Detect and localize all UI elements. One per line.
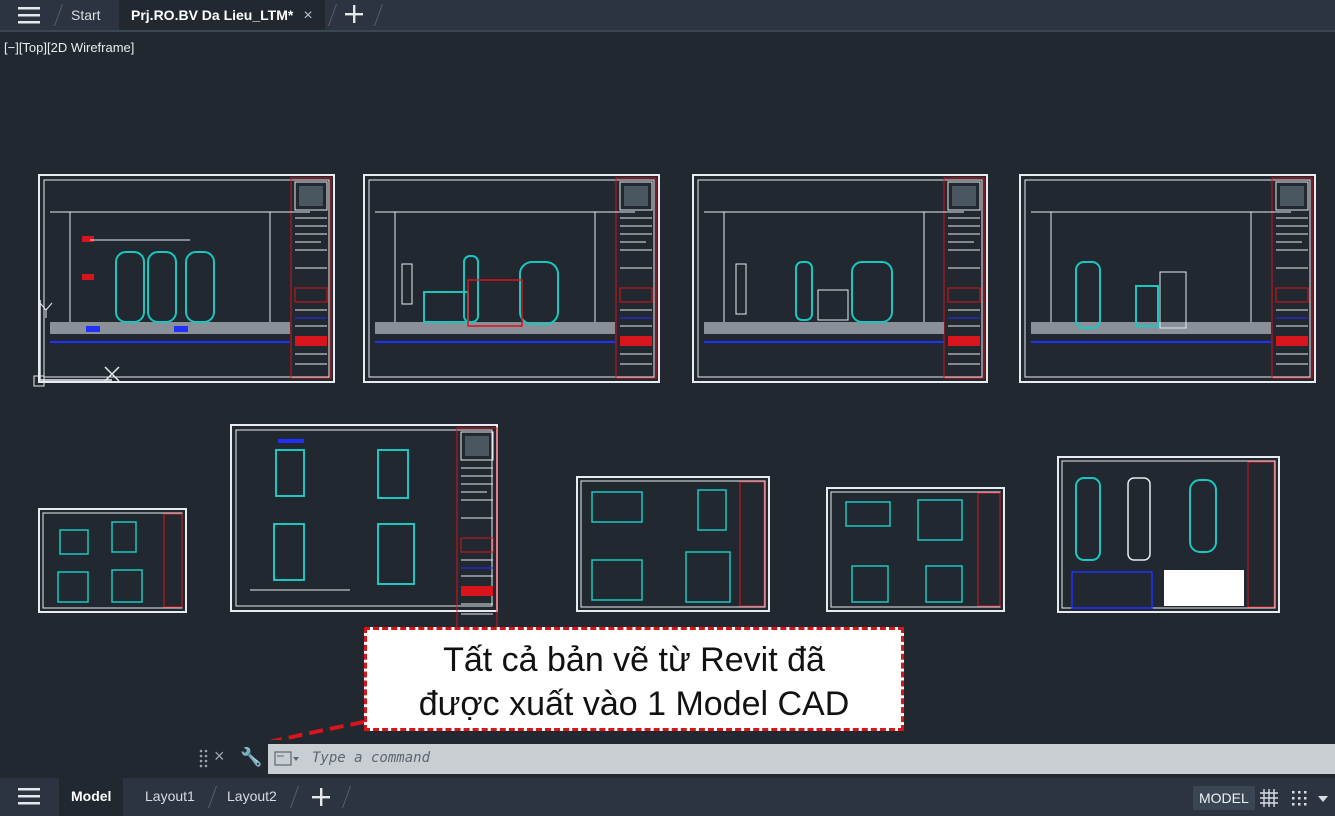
grid-icon[interactable] (1259, 788, 1279, 808)
close-icon[interactable]: × (303, 7, 312, 24)
tab-start-label: Start (71, 7, 101, 23)
wrench-icon[interactable]: 🔧 (240, 747, 262, 768)
sheet-plan-1[interactable] (38, 508, 187, 613)
tab-separator (53, 4, 64, 26)
grip-icon[interactable] (198, 748, 210, 770)
plus-icon[interactable] (311, 787, 331, 807)
tab-layout2[interactable]: Layout2 (227, 778, 277, 816)
command-prompt-icon[interactable] (274, 751, 300, 767)
layout-tab-bar: Model Layout1 Layout2 MODEL (0, 778, 1335, 816)
tab-separator (289, 786, 300, 808)
command-line: × 🔧 Type a command (198, 744, 1335, 774)
sheet-elevation-4[interactable] (1019, 174, 1316, 383)
tab-active-drawing-label: Prj.RO.BV Da Lieu_LTM* (131, 7, 294, 23)
plus-icon[interactable] (344, 4, 364, 24)
sheet-elevation-2[interactable] (363, 174, 660, 383)
menu-icon[interactable] (18, 6, 40, 24)
callout-leader-arrow (269, 720, 365, 740)
sheet-plan-2[interactable] (230, 424, 498, 629)
chevron-down-icon[interactable] (1316, 788, 1330, 808)
command-placeholder: Type a command (312, 750, 431, 766)
tab-model[interactable]: Model (59, 778, 124, 816)
file-tab-bar: Start Prj.RO.BV Da Lieu_LTM* × (0, 0, 1335, 32)
sheet-plan-3[interactable] (576, 476, 770, 612)
tab-start[interactable]: Start (71, 0, 101, 30)
sheet-detail-5[interactable] (1057, 456, 1280, 613)
menu-icon[interactable] (18, 787, 40, 805)
annotation-callout: Tất cả bản vẽ từ Revit đã được xuất vào … (364, 627, 904, 731)
snap-icon[interactable] (1289, 788, 1309, 808)
tab-separator (327, 4, 338, 26)
tab-separator (373, 4, 384, 26)
close-icon[interactable]: × (214, 746, 225, 767)
callout-line-1: Tất cả bản vẽ từ Revit đã (443, 641, 825, 679)
command-input[interactable]: Type a command (268, 744, 1335, 774)
sheet-plan-4[interactable] (826, 487, 1005, 612)
tab-separator (207, 786, 218, 808)
model-space-toggle[interactable]: MODEL (1193, 786, 1255, 810)
callout-line-2: được xuất vào 1 Model CAD (418, 685, 850, 723)
sheet-elevation-1[interactable] (38, 174, 335, 383)
tab-layout1[interactable]: Layout1 (145, 778, 195, 816)
tab-active-drawing[interactable]: Prj.RO.BV Da Lieu_LTM* × (119, 0, 325, 30)
tab-separator (341, 786, 352, 808)
sheet-elevation-3[interactable] (692, 174, 988, 383)
